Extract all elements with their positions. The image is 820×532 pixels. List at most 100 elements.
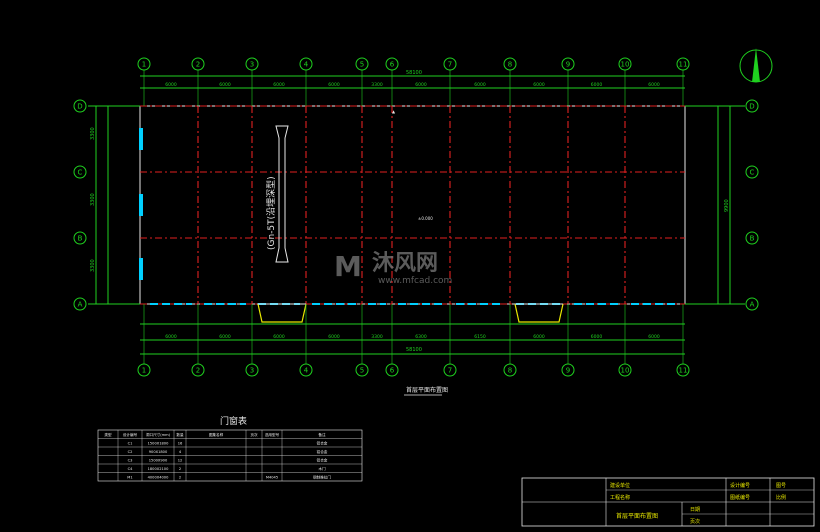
axis-label-6: 6: [390, 367, 395, 375]
axis-label-1: 1: [142, 61, 146, 69]
top-span-dim: 6000: [219, 82, 231, 88]
door-table-cell: 16: [178, 442, 183, 446]
watermark-brand: 沐风网: [372, 251, 438, 276]
top-span-dim: 6000: [591, 82, 603, 88]
bottom-span-dim: 6300: [415, 334, 427, 340]
axis-label-8: 8: [508, 61, 512, 69]
top-total-dim: 58100: [406, 70, 422, 76]
door-table-header: 图集名称: [209, 432, 224, 437]
axis-label-D: D: [77, 103, 82, 111]
bottom-span-dim: 6000: [648, 334, 660, 340]
door-table: 类型 设计编号 洞口尺寸(mm) 数量 图集名称 页次 选用型号 备注 C1 1500X1800 1…: [97, 429, 363, 482]
axis-label-10: 10: [621, 367, 630, 375]
door-table-header: 选用型号: [265, 432, 280, 437]
axis-label-2: 2: [196, 367, 200, 375]
trench-label: (Gn-5T(沿埋深型): [266, 176, 277, 250]
side-dim-3: 3300: [90, 259, 96, 272]
axis-label-9: 9: [566, 61, 570, 69]
title-block: [521, 477, 815, 527]
top-span-dim: 3300: [371, 82, 383, 88]
axis-label-B: B: [78, 235, 83, 243]
cad-drawing: 3300 3300 3300 9900 58100 58100 (Gn-5T(沿…: [73, 48, 815, 527]
side-dim-2: 3300: [90, 193, 96, 206]
door-table-cell: 4000X4000: [148, 476, 169, 480]
door-table-cell: M1: [127, 476, 132, 480]
door-table-title: 门窗表: [220, 415, 247, 427]
top-span-dim: 6000: [328, 82, 340, 88]
axis-label-6: 6: [390, 61, 395, 69]
top-span-dim: 6000: [533, 82, 545, 88]
axis-label-7: 7: [448, 367, 452, 375]
door-table-cell: 1800X2100: [148, 467, 169, 471]
axis-label-D: D: [749, 103, 754, 111]
axis-label-5: 5: [360, 61, 364, 69]
side-dim-1: 3300: [90, 127, 96, 140]
level-mark: ±0.000: [418, 216, 433, 221]
door-table-cell: 2: [179, 467, 181, 471]
door-table-cell: 12: [178, 459, 183, 463]
axis-label-4: 4: [304, 61, 309, 69]
axis-label-11: 11: [679, 61, 688, 69]
tb-page: 页次: [690, 518, 700, 525]
north-arrow-icon: [739, 48, 773, 83]
door-table-cell: C4: [128, 467, 134, 471]
axis-label-9: 9: [566, 367, 570, 375]
watermark-url: www.mfcad.com: [378, 276, 452, 286]
axis-label-C: C: [750, 169, 755, 177]
door-table-cell: 铝合金: [317, 441, 328, 446]
axis-label-10: 10: [621, 61, 630, 69]
door-table-cell: 钢制推拉门: [313, 475, 331, 480]
axis-label-7: 7: [448, 61, 452, 69]
top-span-dim: 6000: [648, 82, 660, 88]
door-ramps: [257, 303, 564, 323]
axis-label-2: 2: [196, 61, 200, 69]
axis-label-B: B: [750, 235, 755, 243]
mfcad-logo-icon: M: [334, 250, 362, 283]
door-table-header: 类型: [104, 432, 112, 437]
door-table-cell: 木门: [318, 466, 326, 471]
interior-note: ▲: [392, 109, 396, 114]
bottom-span-dim: 6000: [219, 334, 231, 340]
door-table-cell: 2: [179, 476, 181, 480]
top-span-dim: 6000: [273, 82, 285, 88]
axis-label-3: 3: [250, 367, 254, 375]
door-table-header: 数量: [176, 432, 184, 437]
bottom-span-dim: 3300: [371, 334, 383, 340]
tb-scale: 比例: [776, 494, 786, 501]
axis-label-A: A: [78, 301, 83, 309]
tb-sheet: 图号: [776, 483, 786, 489]
axis-label-11: 11: [679, 367, 688, 375]
tb-client: 建设单位: [610, 482, 630, 489]
door-table-cell: C2: [128, 450, 133, 454]
top-span-dim: 6000: [415, 82, 427, 88]
dimension-lines: [88, 75, 745, 355]
door-table-cell: 1500X1800: [148, 442, 169, 446]
door-table-cell: C1: [128, 442, 133, 446]
axis-label-1: 1: [142, 367, 146, 375]
door-table-header: 洞口尺寸(mm): [146, 432, 171, 437]
bottom-span-dim: 6000: [328, 334, 340, 340]
tb-design-no: 设计编号: [730, 482, 750, 489]
door-table-cell: 4: [179, 450, 182, 454]
watermark: M 沐风网 www.mfcad.com: [334, 250, 452, 286]
bottom-span-dim: 6000: [165, 334, 177, 340]
bottom-span-dim: 6150: [474, 334, 486, 340]
bottom-span-dim: 6000: [273, 334, 285, 340]
door-table-cell: 铝合金: [317, 458, 328, 463]
top-span-dim: 6000: [165, 82, 177, 88]
door-table-cell: C3: [128, 459, 133, 463]
door-table-cell: M4045: [266, 476, 278, 480]
tb-drawing-no: 图纸编号: [730, 494, 750, 501]
door-table-cell: 1500X900: [149, 459, 168, 463]
axis-label-8: 8: [508, 367, 512, 375]
drawing-title: 首层平面布置图: [406, 386, 448, 394]
door-table-header: 备注: [318, 432, 326, 437]
door-table-cell: 900X1800: [149, 450, 168, 454]
axis-label-5: 5: [360, 367, 364, 375]
axis-label-4: 4: [304, 367, 309, 375]
axis-label-C: C: [78, 169, 83, 177]
tb-date: 日期: [690, 507, 700, 513]
bottom-span-dim: 6000: [533, 334, 545, 340]
bottom-span-dim: 6000: [591, 334, 603, 340]
tb-drawing-name: 首层平面布置图: [616, 512, 658, 520]
